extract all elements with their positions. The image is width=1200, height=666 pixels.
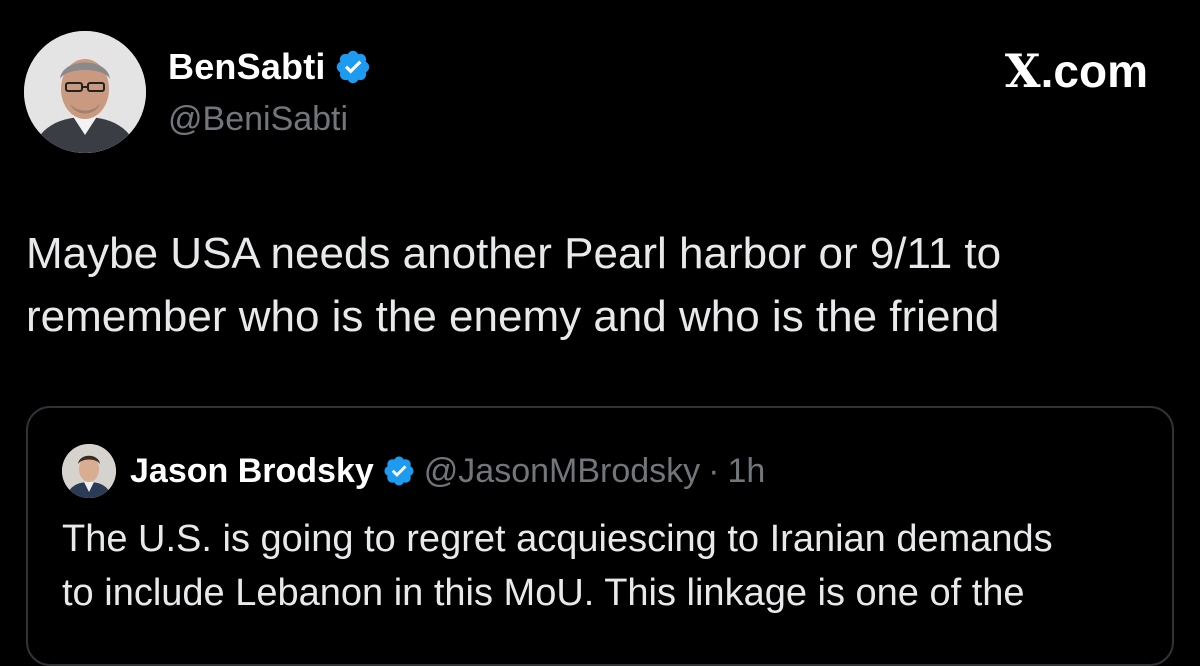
verified-badge-icon <box>336 50 369 84</box>
tweet-text-line: Maybe USA needs another Pearl harbor or … <box>26 229 1002 278</box>
brand-domain-text: .com <box>1040 45 1148 97</box>
quoted-tweet-header: Jason Brodsky @JasonMBrodsky · 1h <box>62 444 765 498</box>
meta-separator: · <box>708 451 720 490</box>
profile-photo-icon <box>24 31 146 153</box>
quoted-tweet-text-line: The U.S. is going to regret acquiescing … <box>62 518 1053 560</box>
quoted-tweet-text: The U.S. is going to regret acquiescing … <box>62 512 1142 620</box>
author-avatar[interactable] <box>24 31 146 153</box>
author-name-row: BenSabti <box>168 46 372 88</box>
x-logo-icon: X <box>1004 44 1041 98</box>
brand-watermark: X .com <box>1005 44 1148 98</box>
author-display-name[interactable]: BenSabti <box>168 46 326 88</box>
verified-badge-icon <box>384 456 414 486</box>
quoted-tweet-card[interactable]: Jason Brodsky @JasonMBrodsky · 1h The U.… <box>26 406 1174 666</box>
quoted-author-display-name[interactable]: Jason Brodsky <box>130 452 374 491</box>
tweet-text: Maybe USA needs another Pearl harbor or … <box>26 222 1166 348</box>
author-handle[interactable]: @BeniSabti <box>168 100 348 139</box>
quoted-author-avatar[interactable] <box>62 444 116 498</box>
quoted-tweet-text-line: to include Lebanon in this MoU. This lin… <box>62 572 1025 614</box>
quoted-tweet-timestamp[interactable]: 1h <box>727 452 765 491</box>
quoted-author-handle[interactable]: @JasonMBrodsky <box>424 452 700 491</box>
profile-photo-icon <box>62 444 116 498</box>
tweet-text-line: remember who is the enemy and who is the… <box>26 292 1000 341</box>
